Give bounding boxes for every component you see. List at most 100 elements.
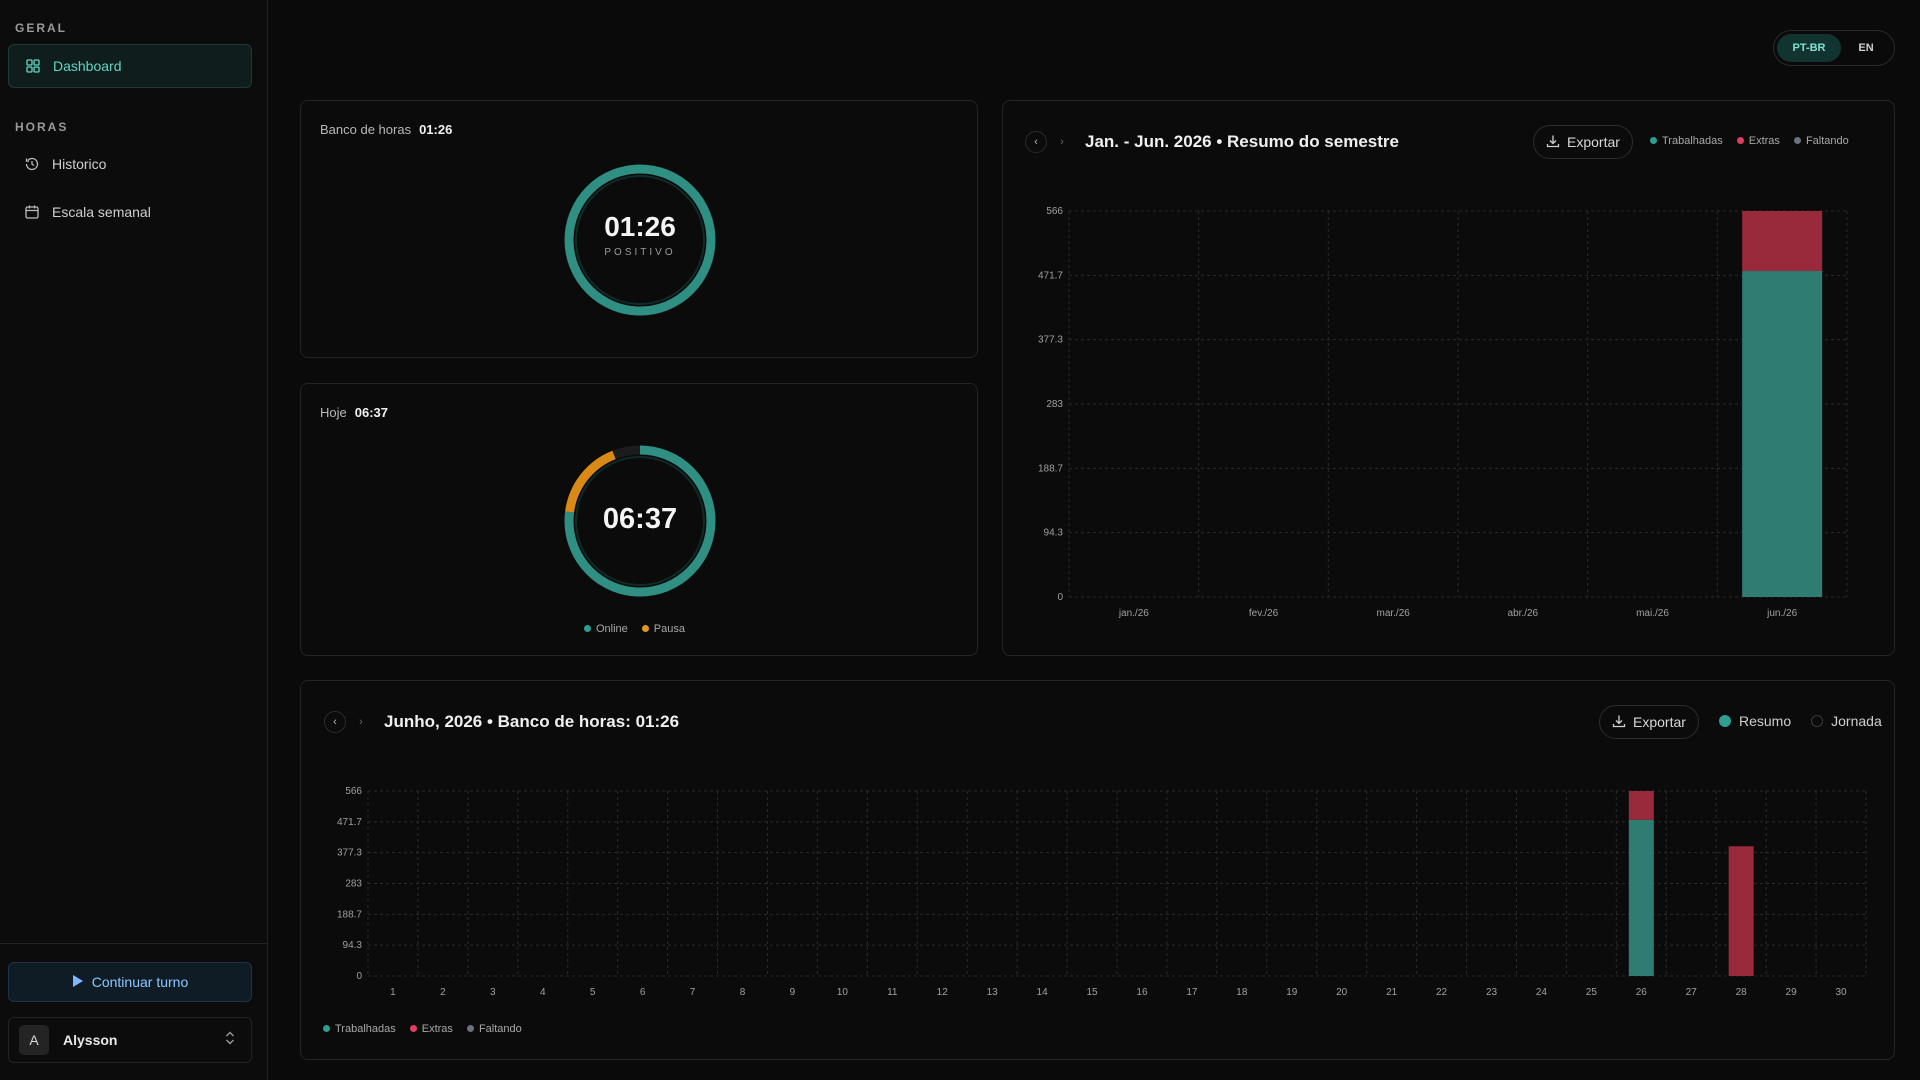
y-tick-label: 188.7 <box>1038 463 1063 474</box>
x-tick-label: 18 <box>1236 987 1248 998</box>
user-menu[interactable]: A Alysson <box>8 1017 252 1063</box>
pause-dot-icon <box>641 625 649 632</box>
x-tick-label: 15 <box>1086 987 1098 998</box>
x-tick-label: 22 <box>1436 987 1448 998</box>
semester-chart: 0 94.3 188.7 283 377.3 471.7 566 jan./26 fev./26… <box>1038 206 1848 619</box>
legend-label: Pausa <box>653 623 685 635</box>
x-tick-label: 24 <box>1536 987 1548 998</box>
y-tick-label: 94.3 <box>1044 528 1064 539</box>
y-tick-label: 471.7 <box>1038 270 1063 281</box>
card-title: Banco de horas 01:26 <box>320 122 452 137</box>
today-legend: Online Pausa <box>584 623 685 635</box>
x-tick-label: abr./26 <box>1508 608 1539 619</box>
x-tick-label: 7 <box>690 987 696 998</box>
month-chart: 094.3188.7283377.3471.75661 2 3 4 5 6 7 8 9 10 11 1… <box>337 786 1867 998</box>
bank-ring-value: 01:26 <box>604 211 676 242</box>
section-label-hours: HORAS <box>15 120 69 134</box>
today-ring-value: 06:37 <box>602 503 678 535</box>
semester-chart-card: ‹ › Jan. - Jun. 2026 • Resumo do semestr… <box>1002 100 1895 656</box>
x-tick-label: 4 <box>540 987 546 998</box>
x-tick-label: 14 <box>1037 987 1049 998</box>
hours-bank-card: Banco de horas 01:26 01:26 POSITIVO <box>300 100 978 358</box>
sidebar: GERAL Dashboard HORAS Historico Escala s… <box>0 0 268 1080</box>
x-tick-label: 17 <box>1186 987 1198 998</box>
x-tick-label: 29 <box>1786 987 1798 998</box>
section-label-general: GERAL <box>15 21 67 35</box>
y-tick-label: 0 <box>356 971 362 982</box>
card-title: Hoje 06:37 <box>320 405 388 420</box>
extras-dot-icon <box>409 1025 417 1032</box>
x-tick-label: 21 <box>1386 987 1398 998</box>
language-toggle: PT-BR EN <box>1773 30 1895 66</box>
x-tick-label: 8 <box>740 987 746 998</box>
month-legend: Trabalhadas Extras Faltando <box>323 1023 522 1035</box>
y-tick-label: 283 <box>1046 399 1063 410</box>
legend-label: Extras <box>421 1023 453 1035</box>
x-tick-label: 13 <box>987 987 999 998</box>
x-tick-label: 5 <box>590 987 596 998</box>
x-tick-label: mar./26 <box>1376 608 1410 619</box>
sidebar-item-label: Dashboard <box>53 58 122 74</box>
x-tick-label: 3 <box>490 987 496 998</box>
online-dot-icon <box>584 625 591 632</box>
legend-worked: Trabalhadas <box>323 1023 396 1035</box>
x-tick-label: 6 <box>640 987 646 998</box>
legend-pause: Pausa <box>641 623 685 635</box>
missing-dot-icon <box>466 1025 474 1032</box>
sidebar-item-history[interactable]: Historico <box>8 142 252 186</box>
x-tick-label: 28 <box>1736 987 1748 998</box>
worked-dot-icon <box>323 1025 330 1032</box>
bank-ring-label: POSITIVO <box>604 247 676 258</box>
y-tick-label: 566 <box>345 786 362 797</box>
card-title-value: 06:37 <box>354 405 388 420</box>
calendar-icon <box>24 204 40 220</box>
legend-missing: Faltando <box>466 1023 522 1035</box>
continue-shift-button[interactable]: Continuar turno <box>8 962 252 1002</box>
today-ring-text: 06:37 <box>563 503 717 536</box>
today-card: Hoje 06:37 06:37 Online Pausa <box>300 383 978 656</box>
lang-ptbr-button[interactable]: PT-BR <box>1777 34 1841 62</box>
bar-extras <box>1628 791 1654 820</box>
history-icon <box>24 156 40 172</box>
sidebar-item-label: Escala semanal <box>52 204 151 220</box>
x-tick-label: 11 <box>887 987 898 998</box>
x-tick-label: 19 <box>1286 987 1298 998</box>
x-tick-label: jun./26 <box>1766 608 1797 619</box>
x-tick-label: 16 <box>1136 987 1148 998</box>
y-tick-label: 0 <box>1057 592 1063 603</box>
sidebar-item-dashboard[interactable]: Dashboard <box>8 44 252 88</box>
legend-label: Online <box>596 623 628 635</box>
sidebar-item-label: Historico <box>52 156 107 172</box>
card-title-label: Hoje <box>320 405 347 420</box>
y-tick-label: 566 <box>1046 206 1063 217</box>
y-tick-label: 94.3 <box>343 940 363 951</box>
x-tick-label: 26 <box>1636 987 1648 998</box>
card-title-label: Banco de horas <box>320 122 412 137</box>
bar-extras <box>1742 211 1823 272</box>
x-tick-label: 23 <box>1486 987 1498 998</box>
x-tick-label: 30 <box>1835 987 1847 998</box>
x-tick-label: 25 <box>1586 987 1598 998</box>
y-tick-label: 283 <box>345 879 362 890</box>
chevron-up-down-icon <box>223 1030 241 1051</box>
avatar: A <box>19 1025 49 1055</box>
bank-ring-text: 01:26 POSITIVO <box>563 211 717 258</box>
sidebar-item-weekly-schedule[interactable]: Escala semanal <box>8 190 252 234</box>
play-icon <box>72 974 84 991</box>
x-tick-label: 2 <box>440 987 446 998</box>
legend-label: Trabalhadas <box>335 1023 396 1035</box>
y-tick-label: 471.7 <box>337 817 362 828</box>
bar-trabalhadas <box>1742 271 1823 597</box>
y-tick-label: 377.3 <box>337 848 362 859</box>
x-tick-label: 27 <box>1686 987 1698 998</box>
lang-en-button[interactable]: EN <box>1841 34 1891 62</box>
x-tick-label: 20 <box>1336 987 1348 998</box>
x-tick-label: jan./26 <box>1118 608 1149 619</box>
continue-shift-label: Continuar turno <box>91 974 189 990</box>
legend-extras: Extras <box>409 1023 453 1035</box>
x-tick-label: 1 <box>390 987 396 998</box>
card-title-value: 01:26 <box>419 122 453 137</box>
bar-extras <box>1728 846 1754 976</box>
sidebar-divider <box>0 943 268 944</box>
legend-online: Online <box>584 623 628 635</box>
